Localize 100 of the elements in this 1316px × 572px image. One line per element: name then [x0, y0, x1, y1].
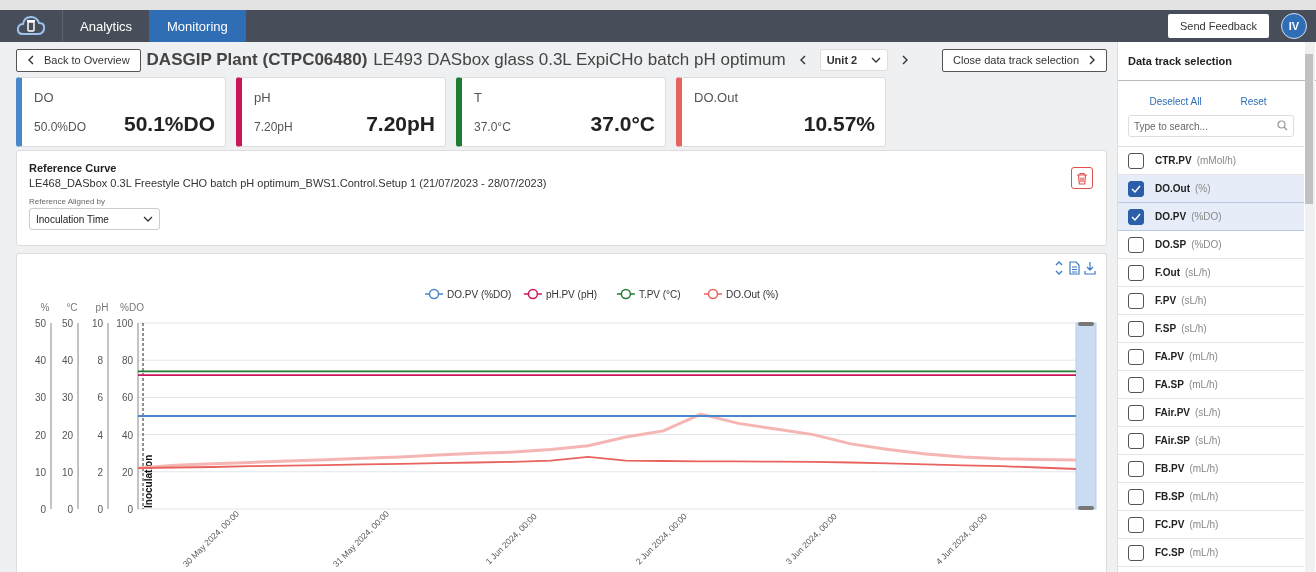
axis-tick-label: 50: [34, 318, 46, 329]
axis-tick-label: 8: [97, 355, 103, 367]
axis-tick-label: 20: [61, 429, 73, 441]
checkbox[interactable]: [1128, 432, 1144, 449]
trash-icon: [1076, 171, 1088, 185]
caret-icon: [870, 57, 881, 63]
deselect-all-link[interactable]: Deselect All: [1149, 96, 1202, 107]
axis-tick-label: 10: [34, 466, 46, 478]
axis-title: %DO: [120, 302, 144, 313]
legend-item[interactable]: pH.PV (pH): [523, 288, 598, 300]
axis-tick-label: 0: [67, 504, 73, 515]
close-panel-button[interactable]: Close data track selection: [942, 48, 1107, 72]
track-label: CTR.PV (mMol/h): [1155, 155, 1237, 166]
checkbox[interactable]: [1128, 180, 1144, 197]
axis-tick-label: 80: [121, 355, 133, 367]
track-label: FC.PV (mL/h): [1155, 519, 1219, 530]
cloud-logo-icon[interactable]: [16, 15, 46, 37]
metric-value: 50.1%DO: [123, 112, 215, 136]
metric-label: DO: [34, 90, 55, 105]
user-avatar[interactable]: IV: [1281, 13, 1307, 39]
track-row[interactable]: F.PV (sL/h): [1118, 287, 1304, 315]
metric-value: 10.57%: [803, 112, 875, 136]
track-row[interactable]: FAir.SP (sL/h): [1118, 427, 1304, 455]
axis-tick-label: 100: [116, 318, 133, 329]
checkbox[interactable]: [1128, 516, 1144, 533]
expand-icon[interactable]: [1055, 261, 1063, 275]
legend-item[interactable]: T.PV (°C): [616, 288, 681, 300]
checkbox[interactable]: [1128, 236, 1144, 253]
axis-tick-label: 0: [127, 504, 133, 515]
track-label: DO.PV (%DO): [1155, 211, 1222, 222]
track-row[interactable]: DO.SP (%DO): [1118, 231, 1304, 259]
track-row[interactable]: FC.SP (mL/h): [1118, 539, 1304, 567]
checkbox[interactable]: [1128, 292, 1144, 309]
download-icon[interactable]: [1084, 261, 1096, 275]
track-row[interactable]: FB.PV (mL/h): [1118, 455, 1304, 483]
checkbox[interactable]: [1128, 460, 1144, 477]
track-label: FA.PV (mL/h): [1155, 351, 1218, 362]
axis-tick-label: 6: [97, 392, 103, 404]
scrollbar[interactable]: [1305, 42, 1315, 572]
axis-tick-label: 20: [121, 466, 133, 478]
track-row[interactable]: F.Out (sL/h): [1118, 259, 1304, 287]
checkbox[interactable]: [1128, 404, 1144, 421]
metric-label: T: [474, 90, 483, 105]
legend-item[interactable]: DO.PV (%DO): [424, 288, 512, 300]
chevron-left-icon: [27, 55, 34, 65]
check-icon: [1131, 212, 1141, 221]
track-row[interactable]: F.SP (sL/h): [1118, 315, 1304, 343]
track-label: F.Out (sL/h): [1155, 267, 1211, 278]
track-label: FA.SP (mL/h): [1155, 379, 1218, 390]
track-label: FB.SP (mL/h): [1155, 491, 1219, 502]
plant-title: DASGIP Plant (CTPC06480): [146, 50, 368, 70]
delete-button[interactable]: [1071, 167, 1093, 189]
track-label: FC.SP (mL/h): [1155, 547, 1219, 558]
axis-tick-label: 30: [61, 392, 73, 404]
track-row[interactable]: FA.SP (mL/h): [1118, 371, 1304, 399]
track-row[interactable]: DO.Out (%): [1118, 175, 1304, 203]
check-icon: [1131, 184, 1141, 193]
axis-tick-label: 50: [61, 318, 73, 329]
chevron-right-icon: [1089, 55, 1096, 65]
nav-tab[interactable]: Monitoring: [150, 10, 246, 42]
axis-tick-label: 4: [97, 429, 103, 441]
send-feedback-button[interactable]: Send Feedback: [1167, 14, 1269, 38]
metric-value: 7.20pH: [366, 112, 435, 136]
aligned-by-select[interactable]: Inoculation Time: [29, 208, 160, 230]
axis-tick-label: 0: [97, 504, 103, 515]
run-title: LE493 DASbox glass 0.3L ExpiCHo batch pH optimum: [373, 50, 786, 70]
legend-label: pH.PV (pH): [545, 289, 598, 300]
axis-tick-label: 20: [34, 429, 46, 441]
checkbox[interactable]: [1128, 320, 1144, 337]
track-label: F.SP (sL/h): [1155, 323, 1207, 334]
metric-value: 37.0°C: [590, 112, 655, 136]
checkbox[interactable]: [1128, 488, 1144, 505]
track-label: FAir.PV (sL/h): [1155, 407, 1221, 418]
back-button[interactable]: Back to Overview: [16, 48, 141, 72]
range-navigator[interactable]: [1075, 322, 1097, 510]
checkbox[interactable]: [1128, 208, 1144, 225]
document-icon[interactable]: [1069, 261, 1080, 275]
track-row[interactable]: FC.PV (mL/h): [1118, 511, 1304, 539]
track-row[interactable]: FB.SP (mL/h): [1118, 483, 1304, 511]
legend-item[interactable]: DO.Out (%): [703, 288, 779, 300]
track-row[interactable]: FA.PV (mL/h): [1118, 343, 1304, 371]
search-field[interactable]: Type to search...: [1128, 115, 1294, 137]
axis-tick-label: 40: [61, 355, 73, 367]
track-row[interactable]: FAir.PV (sL/h): [1118, 399, 1304, 427]
checkbox[interactable]: [1128, 348, 1144, 365]
axis-title: pH: [95, 302, 109, 313]
track-row[interactable]: DO.PV (%DO): [1118, 203, 1304, 231]
axis-tick-label: 10: [61, 466, 73, 478]
checkbox[interactable]: [1128, 376, 1144, 393]
unit-select[interactable]: Unit 2: [819, 49, 888, 71]
checkbox[interactable]: [1128, 544, 1144, 561]
legend-label: DO.PV (%DO): [447, 289, 512, 300]
metric-label: DO.Out: [694, 90, 740, 105]
reset-link[interactable]: Reset: [1240, 96, 1267, 107]
legend-label: T.PV (°C): [638, 289, 681, 300]
axis-tick-label: 2: [97, 466, 103, 478]
setpoint-value: 37.0°C: [474, 120, 511, 134]
axis-tick-label: 0: [40, 504, 46, 515]
checkbox[interactable]: [1128, 152, 1144, 169]
checkbox[interactable]: [1128, 264, 1144, 281]
